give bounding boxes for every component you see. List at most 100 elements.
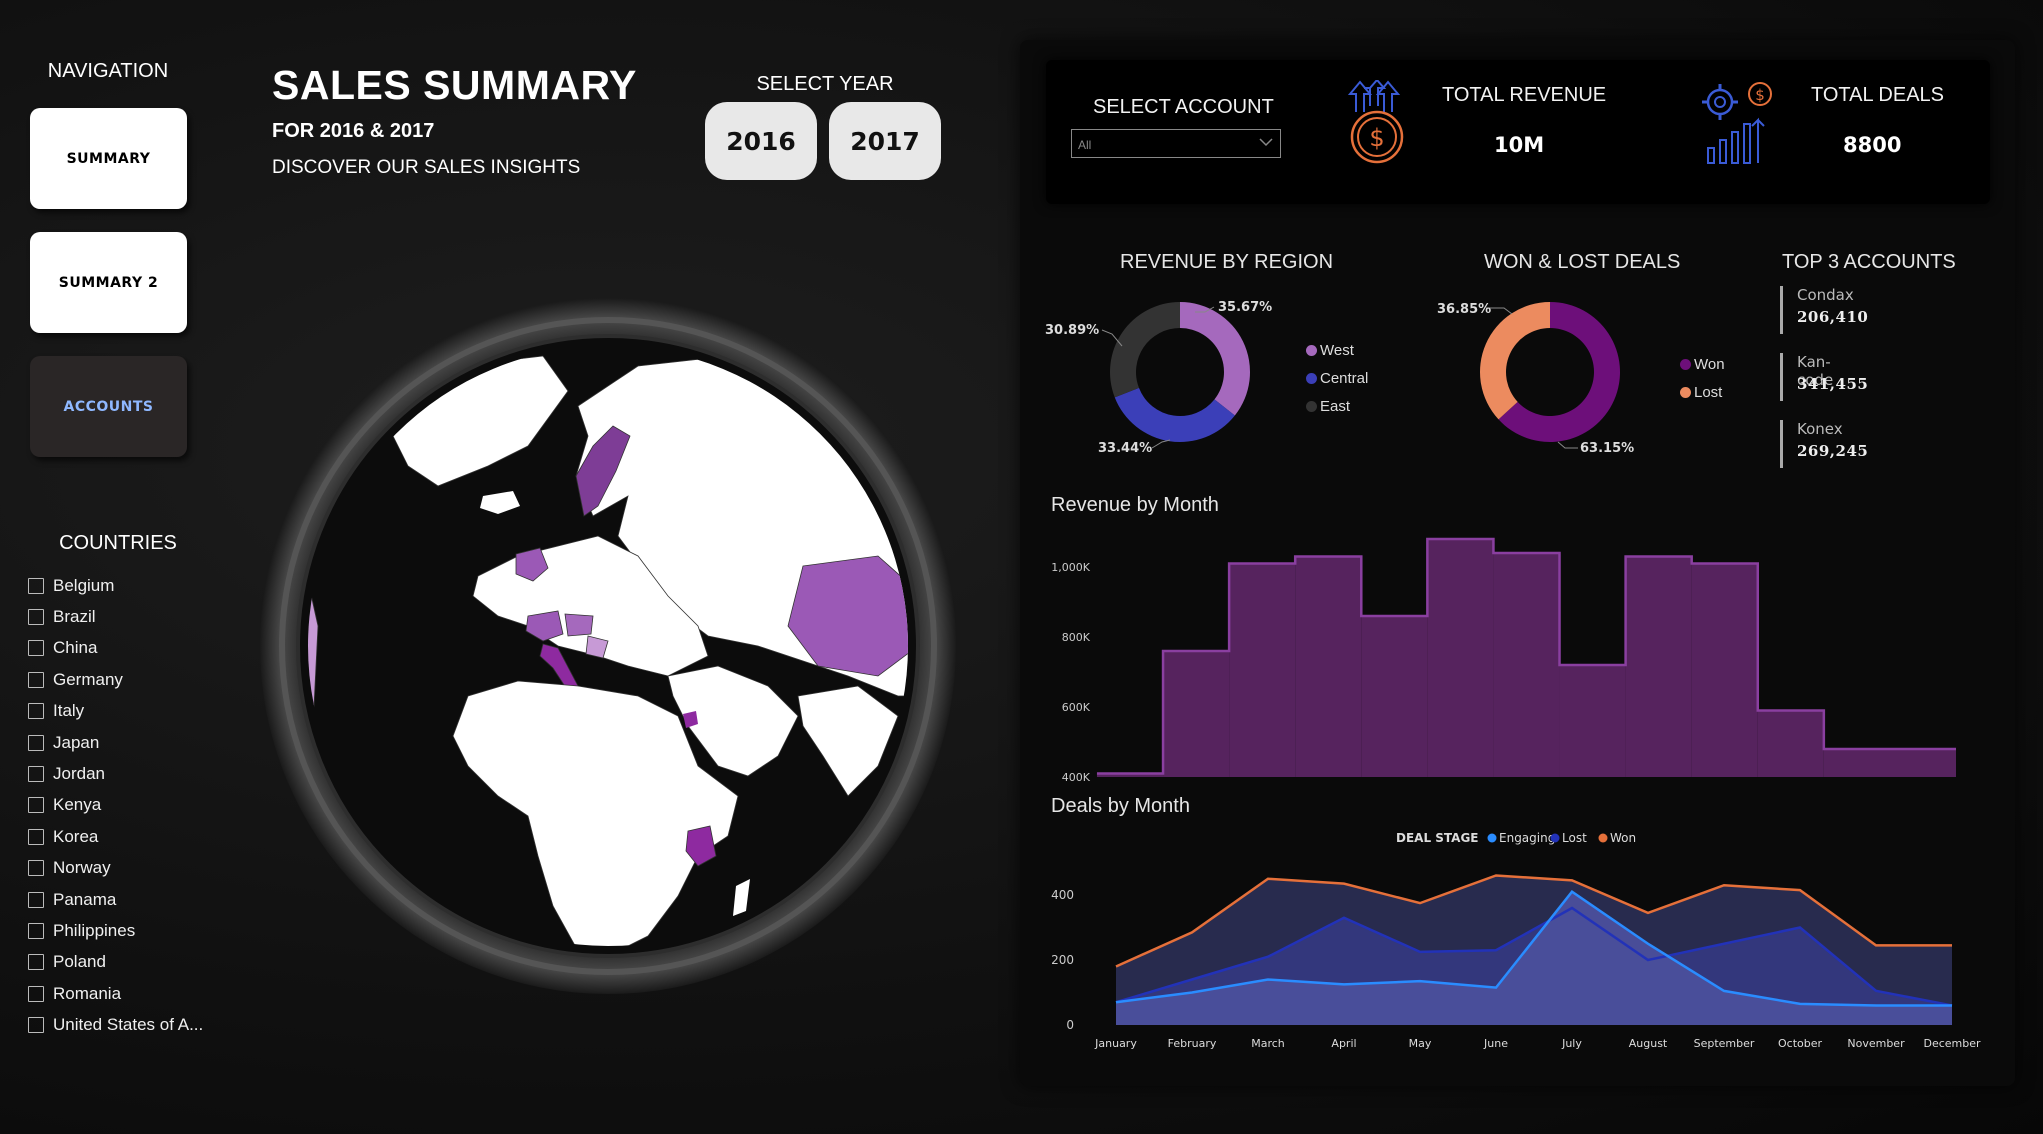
- total-revenue-label: TOTAL REVENUE: [1442, 84, 1607, 106]
- deals-by-month-chart[interactable]: DEAL STAGE Engaging Lost Won 0 200 400 January F…: [1040, 825, 1990, 1050]
- revenue-bar-july[interactable]: [1493, 553, 1560, 777]
- country-label: Germany: [53, 669, 123, 689]
- account-name: Condax: [1797, 286, 1854, 304]
- revenue-bar-may[interactable]: [1361, 616, 1428, 777]
- country-filter-item[interactable]: China: [28, 633, 203, 664]
- country-label: Norway: [53, 858, 111, 878]
- summary-2-button[interactable]: SUMMARY 2: [30, 232, 187, 333]
- leader-line: [1151, 439, 1171, 449]
- country-filter-item[interactable]: Belgium: [28, 570, 203, 601]
- revenue-bar-december[interactable]: [1823, 749, 1956, 777]
- donut-slice-west[interactable]: [1180, 302, 1250, 416]
- country-filter-item[interactable]: Poland: [28, 947, 203, 978]
- leader-line: [1557, 441, 1578, 449]
- won-lost-title: WON & LOST DEALS: [1484, 251, 1681, 273]
- revenue-bar-august[interactable]: [1559, 665, 1626, 777]
- donut-slice-lost[interactable]: [1480, 302, 1550, 420]
- donut-pct-label: 33.44%: [1098, 441, 1152, 456]
- revenue-bar-march[interactable]: [1229, 563, 1296, 778]
- revenue-by-month-title: Revenue by Month: [1051, 494, 1219, 516]
- legend-central[interactable]: Central: [1306, 364, 1368, 392]
- legend-engaging[interactable]: Engaging: [1499, 831, 1555, 845]
- country-filter-item[interactable]: Germany: [28, 664, 203, 695]
- account-dropdown[interactable]: All: [1071, 129, 1281, 158]
- donut-slice-east[interactable]: [1110, 302, 1180, 398]
- legend-won[interactable]: Won: [1610, 831, 1636, 845]
- year-2016-button[interactable]: 2016: [705, 102, 817, 180]
- checkbox[interactable]: [28, 954, 44, 971]
- y-tick-label: 400: [1051, 888, 1074, 902]
- legend-title: DEAL STAGE: [1396, 831, 1479, 845]
- y-tick-label: 800K: [1062, 631, 1091, 644]
- country-filter-item[interactable]: Korea: [28, 821, 203, 852]
- revenue-bar-february[interactable]: [1163, 651, 1230, 777]
- donut-slice-central[interactable]: [1114, 387, 1235, 442]
- country-label: Japan: [53, 732, 100, 752]
- accounts-button[interactable]: ACCOUNTS: [30, 356, 187, 457]
- country-filter-item[interactable]: Panama: [28, 884, 203, 915]
- navigation-title: NAVIGATION: [47, 60, 169, 82]
- country-filter-item[interactable]: United States of A...: [28, 1009, 203, 1040]
- page-description: DISCOVER OUR SALES INSIGHTS: [272, 157, 581, 178]
- checkbox[interactable]: [28, 985, 44, 1002]
- total-deals-value: 8800: [1843, 133, 1902, 157]
- country-filter-item[interactable]: Jordan: [28, 758, 203, 789]
- account-value: 269,245: [1797, 442, 1869, 460]
- x-tick-label: November: [1847, 1037, 1905, 1050]
- revenue-bar-april[interactable]: [1295, 556, 1362, 778]
- deals-gear-chart-icon: $: [1702, 82, 1772, 164]
- revenue-bar-september[interactable]: [1625, 556, 1692, 778]
- legend-lost[interactable]: Lost: [1680, 378, 1725, 406]
- revenue-by-month-chart[interactable]: 400K 600K 800K 1,000K: [1040, 525, 1980, 795]
- summary-button[interactable]: SUMMARY: [30, 108, 187, 209]
- svg-text:$: $: [1369, 124, 1384, 152]
- country-filter-item[interactable]: Italy: [28, 696, 203, 727]
- country-filter-item[interactable]: Kenya: [28, 790, 203, 821]
- checkbox[interactable]: [28, 828, 44, 845]
- checkbox[interactable]: [28, 922, 44, 939]
- checkbox[interactable]: [28, 766, 44, 783]
- y-tick-label: 1,000K: [1051, 561, 1090, 574]
- country-filter-item[interactable]: Norway: [28, 853, 203, 884]
- deals-by-month-title: Deals by Month: [1051, 795, 1190, 817]
- legend-won[interactable]: Won: [1680, 350, 1725, 378]
- checkbox[interactable]: [28, 797, 44, 814]
- country-filter-item[interactable]: Brazil: [28, 601, 203, 632]
- revenue-bar-june[interactable]: [1427, 539, 1494, 777]
- world-map-globe[interactable]: [258, 296, 958, 996]
- checkbox[interactable]: [28, 891, 44, 908]
- account-dropdown-value: All: [1078, 138, 1092, 152]
- x-tick-label: February: [1168, 1037, 1217, 1050]
- checkbox[interactable]: [28, 1017, 44, 1034]
- year-2017-button[interactable]: 2017: [829, 102, 941, 180]
- country-label: Poland: [53, 952, 106, 972]
- revenue-bar-october[interactable]: [1691, 563, 1758, 778]
- country-label: Korea: [53, 826, 99, 846]
- x-tick-label: March: [1251, 1037, 1285, 1050]
- x-tick-label: April: [1331, 1037, 1356, 1050]
- total-revenue-value: 10M: [1494, 133, 1545, 157]
- select-account-label: SELECT ACCOUNT: [1093, 96, 1274, 118]
- country-filter-item[interactable]: Philippines: [28, 915, 203, 946]
- legend-lost[interactable]: Lost: [1562, 831, 1587, 845]
- donut-pct-label: 30.89%: [1045, 323, 1099, 338]
- legend-lost-label: Lost: [1694, 383, 1723, 401]
- country-label: Belgium: [53, 575, 115, 595]
- checkbox[interactable]: [28, 609, 44, 626]
- legend-east-label: East: [1320, 397, 1351, 415]
- checkbox[interactable]: [28, 577, 44, 594]
- country-label: Panama: [53, 889, 117, 909]
- checkbox[interactable]: [28, 860, 44, 877]
- revenue-by-region-donut[interactable]: 35.67% 33.44% 30.89%: [1040, 290, 1300, 470]
- won-lost-donut[interactable]: 63.15% 36.85%: [1420, 290, 1680, 470]
- checkbox[interactable]: [28, 734, 44, 751]
- legend-east[interactable]: East: [1306, 392, 1368, 420]
- checkbox[interactable]: [28, 671, 44, 688]
- country-filter-item[interactable]: Japan: [28, 727, 203, 758]
- checkbox[interactable]: [28, 640, 44, 657]
- checkbox[interactable]: [28, 703, 44, 720]
- revenue-bar-november[interactable]: [1757, 710, 1824, 778]
- legend-west[interactable]: West: [1306, 336, 1368, 364]
- country-filter-item[interactable]: Romania: [28, 978, 203, 1009]
- x-tick-label: August: [1629, 1037, 1668, 1050]
